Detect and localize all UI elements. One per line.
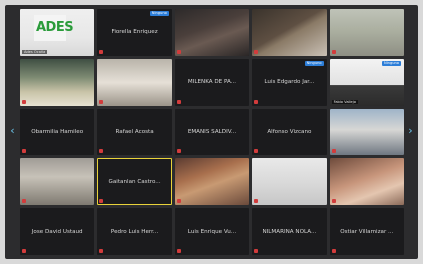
participant-name: NILMARINA NOLA...	[262, 228, 317, 235]
participant-tile[interactable]	[329, 108, 404, 156]
participant-name: Rafael Acosta	[115, 128, 154, 135]
status-badge: Ninguno	[304, 60, 324, 66]
participant-video	[20, 58, 95, 106]
meeting-window: ‹ › ADES Ades Ocaña Fiorella Enriquez Ningu…	[5, 5, 418, 259]
participant-name: Gaitanlan Castro...	[108, 178, 161, 185]
participant-tile[interactable]: ADES Ades Ocaña	[20, 9, 95, 56]
participant-name: Alfonso Vizcano	[267, 128, 312, 135]
status-badge: Ninguno	[149, 11, 169, 16]
participant-tile[interactable]: Luis Enrique Vu...	[174, 208, 250, 255]
microphone-muted-icon	[331, 149, 336, 154]
participant-tile[interactable]	[174, 9, 250, 56]
microphone-muted-icon	[331, 49, 336, 54]
microphone-muted-icon	[99, 149, 104, 154]
participant-tile[interactable]: NILMARINA NOLA...	[252, 208, 327, 255]
participant-tile[interactable]	[20, 58, 95, 106]
microphone-muted-icon	[176, 248, 181, 253]
microphone-muted-icon	[331, 199, 336, 204]
participant-tile[interactable]: Luis Edgardo Jar... Ninguno	[252, 58, 327, 106]
participant-tile[interactable]: MILENKA DE PA...	[174, 58, 250, 106]
participant-tile[interactable]: Gaitanlan Castro...	[97, 158, 172, 206]
microphone-muted-icon	[176, 149, 181, 154]
microphone-muted-icon	[22, 248, 26, 253]
participant-video	[329, 108, 404, 156]
participant-tile[interactable]	[97, 58, 172, 106]
microphone-muted-icon	[331, 248, 336, 253]
participant-tile[interactable]: EMANIS SALDIV...	[174, 108, 250, 156]
microphone-muted-icon	[254, 248, 259, 253]
microphone-muted-icon	[254, 49, 259, 54]
microphone-muted-icon	[99, 49, 104, 54]
microphone-muted-icon	[22, 199, 26, 204]
participant-video	[252, 158, 327, 206]
participant-video	[20, 158, 95, 206]
participant-name-tag: Fabio Vallejo	[331, 99, 358, 104]
participant-tile[interactable]: Fabio Vallejo Ninguno	[329, 58, 404, 106]
participant-name: Ostiar Villamizar ...	[340, 228, 394, 235]
microphone-muted-icon	[22, 99, 26, 104]
logo-text: ADES	[36, 20, 74, 35]
participant-tile[interactable]: Obarmilia Hamileo	[20, 108, 95, 156]
participant-video	[174, 9, 250, 56]
microphone-muted-icon	[176, 99, 181, 104]
microphone-muted-icon	[176, 199, 181, 204]
participant-name: MILENKA DE PA...	[187, 79, 237, 86]
status-badge: Ninguno	[382, 60, 401, 66]
next-page-icon[interactable]: ›	[406, 125, 415, 137]
microphone-muted-icon	[99, 248, 104, 253]
participant-tile[interactable]: Fiorella Enriquez Ninguno	[97, 9, 172, 56]
participant-tile[interactable]: Alfonso Vizcano	[252, 108, 327, 156]
participant-tile[interactable]	[329, 158, 404, 206]
participant-tile[interactable]	[252, 158, 327, 206]
participant-video	[329, 58, 404, 106]
participant-tile[interactable]: Rafael Acosta	[97, 108, 172, 156]
participant-tile[interactable]	[252, 9, 327, 56]
participant-name-tag: Ades Ocaña	[22, 49, 48, 54]
participant-tile[interactable]	[174, 158, 250, 206]
participant-name: Jose David Ustaud	[31, 228, 83, 235]
participant-name: Obarmilia Hamileo	[31, 128, 84, 135]
participant-tile[interactable]	[329, 9, 404, 56]
participant-name: Fiorella Enriquez	[111, 29, 158, 36]
microphone-muted-icon	[176, 49, 181, 54]
microphone-muted-icon	[254, 199, 259, 204]
participant-video	[329, 158, 404, 206]
participant-video	[97, 58, 172, 106]
microphone-muted-icon	[254, 149, 259, 154]
participant-tile[interactable]: Jose David Ustaud	[20, 208, 95, 255]
microphone-muted-icon	[99, 99, 104, 104]
microphone-muted-icon	[254, 99, 259, 104]
ades-logo: ADES	[34, 15, 74, 41]
microphone-muted-icon	[22, 149, 26, 154]
participant-video	[252, 9, 327, 56]
participant-grid: ADES Ades Ocaña Fiorella Enriquez Ninguno MI…	[20, 9, 404, 255]
microphone-muted-icon	[99, 199, 104, 204]
participant-name: Luis Enrique Vu...	[187, 228, 237, 235]
participant-tile[interactable]: Pedro Luis Herr...	[97, 208, 172, 255]
participant-tile[interactable]: Ostiar Villamizar ...	[329, 208, 404, 255]
participant-name: Pedro Luis Herr...	[110, 228, 159, 235]
participant-name: EMANIS SALDIV...	[187, 128, 237, 135]
participant-video	[174, 158, 250, 206]
participant-video	[329, 9, 404, 56]
previous-page-icon[interactable]: ‹	[8, 125, 17, 137]
participant-name: Luis Edgardo Jar...	[264, 79, 315, 86]
participant-tile[interactable]	[20, 158, 95, 206]
